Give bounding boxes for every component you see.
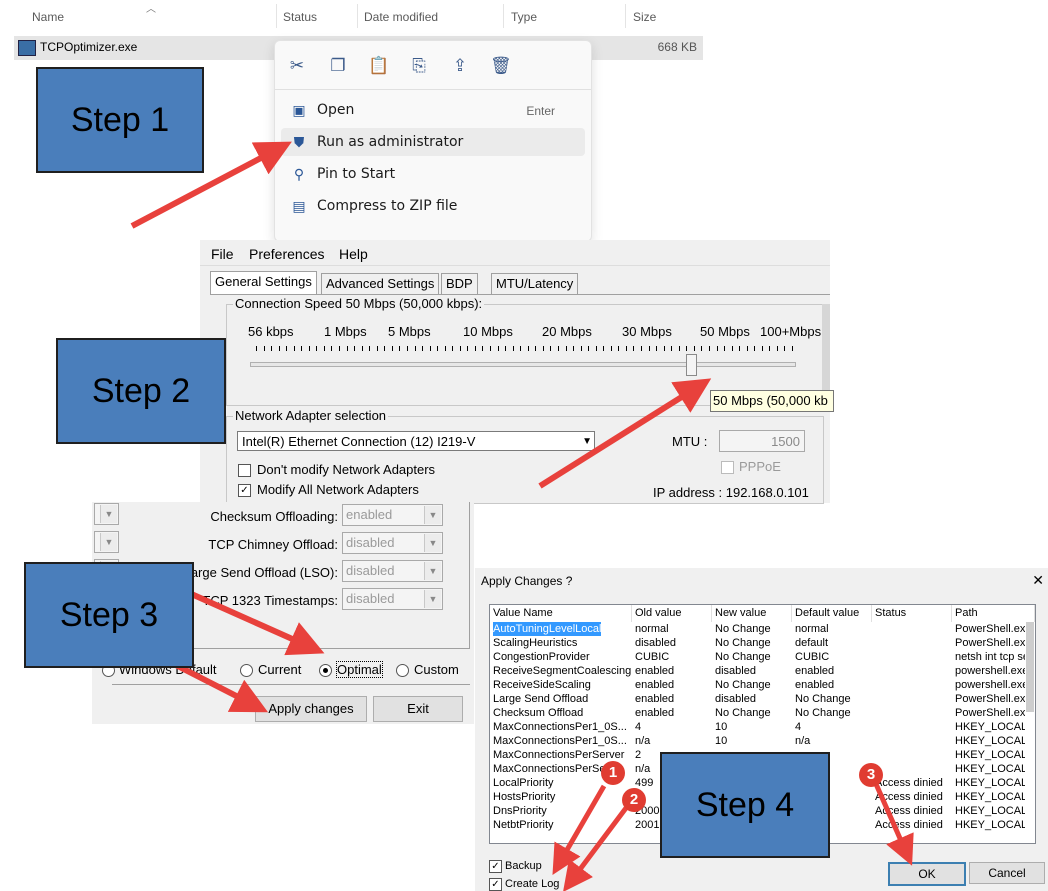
- badge-3: 3: [859, 763, 883, 787]
- arrow-ok: [873, 782, 914, 866]
- arrow-create-log: [563, 806, 628, 891]
- badge-1: 1: [601, 761, 625, 785]
- step-1-label: Step 1: [36, 67, 204, 173]
- badge-2: 2: [622, 788, 646, 812]
- step-4-label: Step 4: [660, 752, 830, 858]
- arrow-step3-optimal: [176, 585, 325, 656]
- arrow-step2: [538, 378, 712, 489]
- arrow-backup: [552, 784, 607, 875]
- step-2-label: Step 2: [56, 338, 226, 444]
- step-3-label: Step 3: [24, 562, 194, 668]
